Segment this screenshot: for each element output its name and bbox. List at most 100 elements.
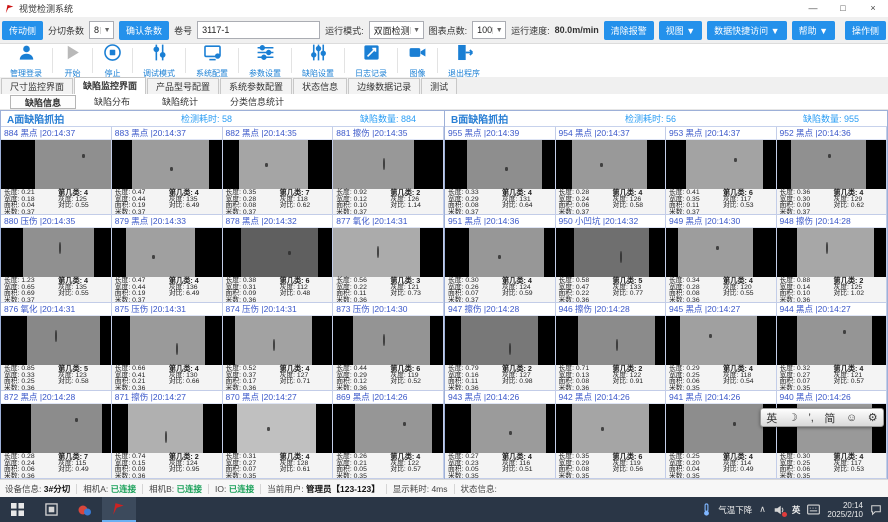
ime-toolbar[interactable]: 英☽’,简☺⚙ [760, 408, 884, 427]
ime-gear-icon[interactable]: ⚙ [868, 411, 878, 424]
operate-side-button[interactable]: 操作侧 [845, 21, 886, 40]
defect-cell[interactable]: 878 黑点 |20:14:32长度: 0.38宽度: 0.31面积: 0.09… [223, 215, 334, 303]
tool-image[interactable]: 图像 [398, 44, 437, 77]
ime-moon-icon[interactable]: ☽ [788, 411, 798, 424]
defect-image[interactable] [445, 316, 555, 365]
defect-cell[interactable]: 944 黑点 |20:14:27长度: 0.32宽度: 0.27面积: 0.07… [777, 303, 888, 391]
defect-cell[interactable]: 869 黑点 |20:14:26长度: 0.26宽度: 0.21面积: 0.05… [333, 391, 444, 479]
defect-cell[interactable]: 946 擦伤 |20:14:28长度: 0.71宽度: 0.13面积: 0.08… [556, 303, 667, 391]
defect-cell[interactable]: 872 黑点 |20:14:28长度: 0.28宽度: 0.24面积: 0.06… [1, 391, 112, 479]
drive-side-button[interactable]: 传动侧 [2, 21, 43, 40]
defect-cell[interactable]: 950 小凹坑 |20:14:32长度: 0.58宽度: 0.47面积: 0.2… [556, 215, 667, 303]
defect-image[interactable] [666, 140, 776, 189]
defect-image[interactable] [1, 228, 111, 277]
defect-image[interactable] [1, 316, 111, 365]
defect-cell[interactable]: 879 黑点 |20:14:33长度: 0.47宽度: 0.44面积: 0.19… [112, 215, 223, 303]
tool-exit-program[interactable]: 退出程序 [438, 44, 490, 77]
defect-image[interactable] [1, 404, 111, 453]
taskbar-clock[interactable]: 20:14 2025/2/10 [827, 501, 863, 519]
confirm-count-button[interactable]: 确认条数 [119, 21, 169, 40]
defect-cell[interactable]: 884 黑点 |20:14:37长度: 0.21宽度: 0.18面积: 0.04… [1, 127, 112, 215]
action-center-icon[interactable] [870, 504, 882, 516]
defect-image[interactable] [666, 316, 776, 365]
defect-image[interactable] [112, 228, 222, 277]
ime-language-indicator[interactable]: 英 [792, 504, 801, 516]
defect-image[interactable] [333, 316, 443, 365]
ime-punct-icon[interactable]: ’, [808, 412, 814, 424]
defect-cell[interactable]: 870 黑点 |20:14:27长度: 0.31宽度: 0.27面积: 0.07… [223, 391, 334, 479]
defect-image[interactable] [556, 404, 666, 453]
tool-start[interactable]: 开始 [53, 44, 92, 77]
defect-image[interactable] [333, 140, 443, 189]
defect-image[interactable] [223, 228, 333, 277]
tray-expand-icon[interactable]: ∧ [759, 504, 766, 515]
defect-cell[interactable]: 942 黑点 |20:14:26长度: 0.35宽度: 0.29面积: 0.08… [556, 391, 667, 479]
defect-cell[interactable]: 877 氧化 |20:14:31长度: 0.56宽度: 0.22面积: 0.11… [333, 215, 444, 303]
defect-cell[interactable]: 871 擦伤 |20:14:27长度: 0.74宽度: 0.15面积: 0.09… [112, 391, 223, 479]
clear-alarm-button[interactable]: 清除报警 [604, 21, 654, 40]
defect-image[interactable] [223, 140, 333, 189]
defect-cell[interactable]: 941 黑点 |20:14:26长度: 0.25宽度: 0.20面积: 0.04… [666, 391, 777, 479]
help-menu-button[interactable]: 帮助 ▼ [792, 21, 835, 40]
defect-image[interactable] [556, 316, 666, 365]
subtab-缺陷统计[interactable]: 缺陷统计 [148, 95, 212, 109]
tool-system-config[interactable]: 系统配置 [186, 44, 238, 77]
defect-cell[interactable]: 883 黑点 |20:14:37长度: 0.47宽度: 0.44面积: 0.19… [112, 127, 223, 215]
minimize-button[interactable]: — [798, 0, 828, 17]
tool-log-record[interactable]: 日志记录 [345, 44, 397, 77]
taskbar-app-2-active[interactable] [102, 497, 136, 522]
ime-lang-en[interactable]: 英 [766, 410, 777, 426]
chart-points-select[interactable]: 100▼ [472, 21, 506, 39]
volume-button[interactable] [773, 504, 785, 516]
defect-image[interactable] [556, 228, 666, 277]
subtab-缺陷分布[interactable]: 缺陷分布 [80, 95, 144, 109]
defect-image[interactable] [556, 140, 666, 189]
defect-image[interactable] [333, 404, 443, 453]
defect-cell[interactable]: 940 黑点 |20:14:26长度: 0.30宽度: 0.25面积: 0.06… [777, 391, 888, 479]
subtab-缺陷信息[interactable]: 缺陷信息 [10, 95, 76, 109]
data-quick-access-button[interactable]: 数据快捷访问 ▼ [707, 21, 786, 40]
tool-param-settings[interactable]: 参数设置 [239, 44, 291, 77]
view-menu-button[interactable]: 视图 ▼ [659, 21, 702, 40]
weather-text[interactable]: 气温下降 [718, 504, 752, 516]
defect-image[interactable] [112, 316, 222, 365]
defect-cell[interactable]: 953 黑点 |20:14:37长度: 0.41宽度: 0.35面积: 0.11… [666, 127, 777, 215]
tab-尺寸监控界面[interactable]: 尺寸监控界面 [1, 78, 73, 94]
tool-debug-mode[interactable]: 调试模式 [133, 44, 185, 77]
ime-simplified[interactable]: 简 [824, 410, 835, 426]
close-button[interactable]: × [858, 0, 888, 17]
defect-cell[interactable]: 947 擦伤 |20:14:28长度: 0.79宽度: 0.16面积: 0.11… [445, 303, 556, 391]
defect-cell[interactable]: 955 黑点 |20:14:39长度: 0.33宽度: 0.29面积: 0.08… [445, 127, 556, 215]
defect-cell[interactable]: 874 压伤 |20:14:31长度: 0.52宽度: 0.37面积: 0.17… [223, 303, 334, 391]
tab-产品型号配置[interactable]: 产品型号配置 [147, 78, 219, 94]
tab-系统参数配置[interactable]: 系统参数配置 [220, 78, 292, 94]
defect-cell[interactable]: 949 黑点 |20:14:30长度: 0.34宽度: 0.28面积: 0.08… [666, 215, 777, 303]
run-mode-select[interactable]: 双面检测▼ [369, 21, 424, 39]
defect-image[interactable] [777, 316, 887, 365]
defect-cell[interactable]: 875 压伤 |20:14:31长度: 0.66宽度: 0.41面积: 0.21… [112, 303, 223, 391]
defect-cell[interactable]: 951 黑点 |20:14:36长度: 0.30宽度: 0.26面积: 0.07… [445, 215, 556, 303]
tool-admin-login[interactable]: 管理登录 [0, 44, 52, 77]
defect-cell[interactable]: 943 黑点 |20:14:26长度: 0.27宽度: 0.23面积: 0.05… [445, 391, 556, 479]
maximize-button[interactable]: □ [828, 0, 858, 17]
tool-defect-settings[interactable]: 缺陷设置 [292, 44, 344, 77]
defect-cell[interactable]: 952 黑点 |20:14:36长度: 0.36宽度: 0.30面积: 0.09… [777, 127, 888, 215]
tab-边缘数据记录[interactable]: 边缘数据记录 [348, 78, 420, 94]
task-view-button[interactable] [34, 497, 68, 522]
defect-image[interactable] [223, 316, 333, 365]
defect-cell[interactable]: 881 擦伤 |20:14:35长度: 0.92宽度: 0.12面积: 0.10… [333, 127, 444, 215]
defect-image[interactable] [777, 228, 887, 277]
defect-image[interactable] [1, 140, 111, 189]
defect-image[interactable] [112, 140, 222, 189]
tab-缺陷监控界面[interactable]: 缺陷监控界面 [74, 77, 146, 94]
defect-image[interactable] [666, 228, 776, 277]
tool-stop[interactable]: 停止 [93, 44, 132, 77]
defect-image[interactable] [223, 404, 333, 453]
defect-image[interactable] [333, 228, 443, 277]
defect-cell[interactable]: 948 擦伤 |20:14:28长度: 0.88宽度: 0.14面积: 0.10… [777, 215, 888, 303]
defect-cell[interactable]: 876 氧化 |20:14:31长度: 0.85宽度: 0.33面积: 0.25… [1, 303, 112, 391]
start-button[interactable] [0, 497, 34, 522]
defect-image[interactable] [445, 140, 555, 189]
roll-number-input[interactable] [197, 21, 320, 39]
defect-cell[interactable]: 954 黑点 |20:14:37长度: 0.28宽度: 0.24面积: 0.06… [556, 127, 667, 215]
